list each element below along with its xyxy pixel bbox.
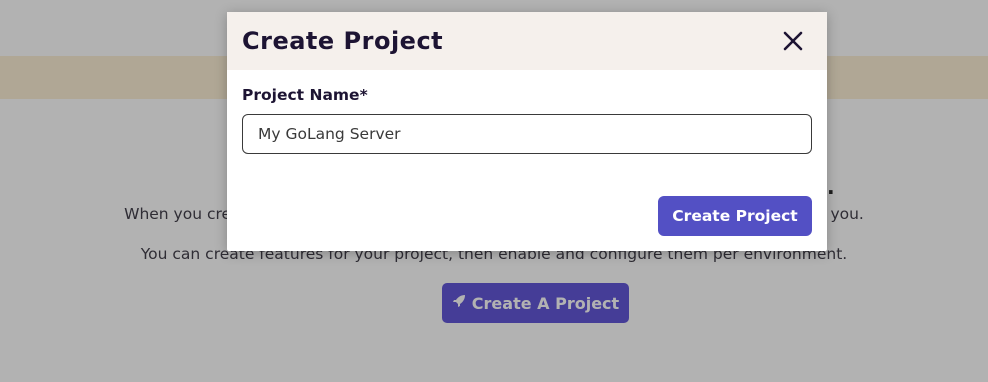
project-name-label: Project Name* [242, 86, 368, 104]
create-project-button[interactable]: Create Project [658, 196, 812, 236]
dialog-title: Create Project [242, 27, 444, 55]
close-icon [783, 31, 803, 51]
dialog-header: Create Project [227, 12, 827, 70]
dialog-body: Project Name* [227, 70, 827, 154]
project-name-input[interactable] [242, 114, 812, 154]
close-button[interactable] [781, 29, 805, 53]
create-project-dialog: Create Project Project Name* Create Proj… [227, 12, 827, 251]
